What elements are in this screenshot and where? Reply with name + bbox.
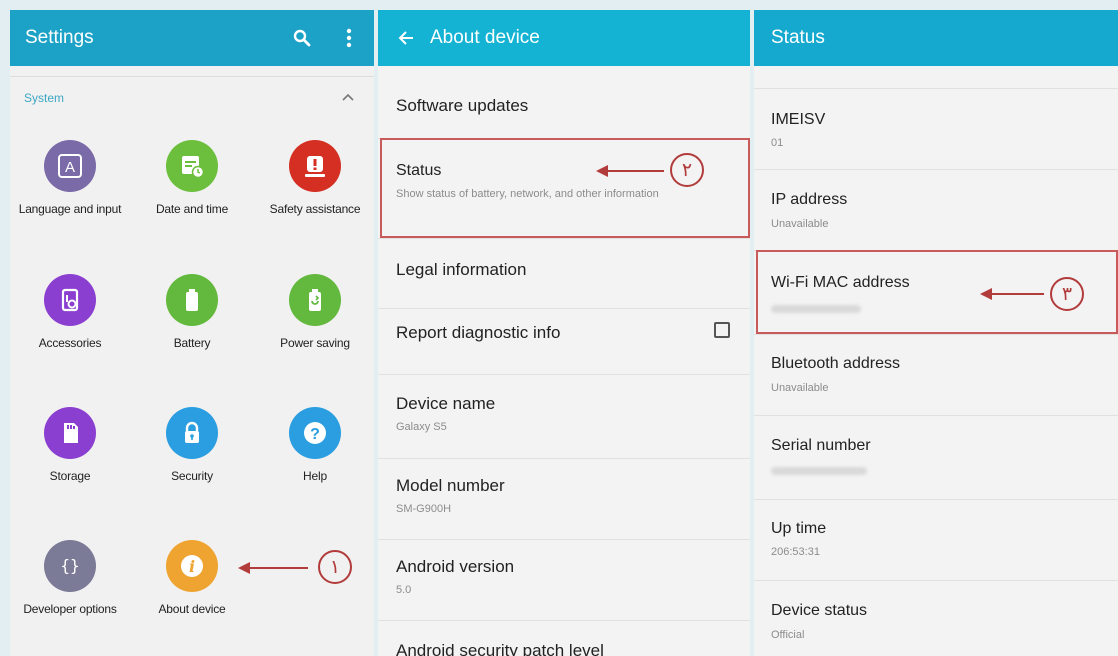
row-title: Up time bbox=[771, 520, 827, 537]
back-arrow-icon[interactable] bbox=[396, 24, 416, 52]
svg-text:?: ? bbox=[310, 426, 320, 443]
settings-item-help[interactable]: ? Help bbox=[255, 407, 374, 484]
svg-text:{}: {} bbox=[60, 556, 79, 575]
row-value: Unavailable bbox=[771, 218, 829, 230]
row-model-number[interactable]: Model number SM-G900H bbox=[378, 459, 750, 540]
settings-item-label: Developer options bbox=[23, 602, 117, 616]
storage-icon bbox=[44, 407, 96, 459]
status-title: Status bbox=[771, 27, 825, 48]
row-title: Device name bbox=[396, 394, 496, 413]
row-title: Software updates bbox=[396, 96, 529, 115]
settings-app-bar: Settings bbox=[10, 10, 374, 66]
settings-item-language-and-input[interactable]: A Language and input bbox=[10, 140, 130, 217]
row-title: Android version bbox=[396, 557, 515, 576]
braces-icon: {} bbox=[44, 540, 96, 592]
annotation-arrow-2 bbox=[596, 165, 664, 177]
settings-item-battery[interactable]: Battery bbox=[132, 274, 252, 351]
row-value: 01 bbox=[771, 137, 784, 149]
settings-item-label: Security bbox=[171, 469, 213, 483]
row-value: 206:53:31 bbox=[771, 546, 820, 558]
row-title: Serial number bbox=[771, 437, 871, 454]
accessories-icon bbox=[44, 274, 96, 326]
info-icon: i bbox=[166, 540, 218, 592]
settings-item-label: Safety assistance bbox=[269, 202, 361, 216]
row-subtitle: 5.0 bbox=[396, 584, 412, 596]
settings-item-security[interactable]: Security bbox=[132, 407, 252, 484]
battery-icon bbox=[166, 274, 218, 326]
row-title: IMEISV bbox=[771, 111, 826, 128]
row-title: Android security patch level bbox=[396, 641, 604, 656]
row-bluetooth-address[interactable]: Bluetooth address Unavailable bbox=[754, 335, 1118, 416]
settings-item-label: Battery bbox=[173, 336, 211, 350]
callout-step-1: ١ bbox=[318, 550, 352, 584]
chevron-up-icon[interactable] bbox=[340, 89, 356, 105]
status-app-bar: Status bbox=[754, 10, 1118, 66]
lock-icon bbox=[166, 407, 218, 459]
more-options-icon[interactable] bbox=[336, 24, 362, 52]
annotation-arrow-3 bbox=[980, 288, 1044, 300]
row-device-name[interactable]: Device name Galaxy S5 bbox=[378, 375, 750, 459]
row-up-time[interactable]: Up time 206:53:31 bbox=[754, 500, 1118, 581]
language-icon: A bbox=[44, 140, 96, 192]
annotation-arrow-1 bbox=[238, 562, 308, 574]
about-device-app-bar: About device bbox=[378, 10, 750, 66]
status-highlight-box bbox=[380, 138, 750, 238]
row-previous bbox=[754, 66, 1118, 89]
settings-title: Settings bbox=[25, 27, 94, 48]
settings-item-label: Help bbox=[303, 469, 327, 483]
row-software-updates[interactable]: Software updates bbox=[378, 66, 750, 139]
settings-panel: Settings System A Language and input Dat… bbox=[10, 10, 374, 656]
callout-step-2: ٢ bbox=[670, 153, 704, 187]
system-section-header[interactable]: System bbox=[10, 76, 374, 121]
svg-text:i: i bbox=[189, 557, 195, 576]
callout-step-3: ٣ bbox=[1050, 277, 1084, 311]
power-saving-icon bbox=[289, 274, 341, 326]
about-device-panel: About device Software updates Status Sho… bbox=[378, 10, 750, 656]
row-title: Report diagnostic info bbox=[396, 323, 561, 342]
row-title: Model number bbox=[396, 476, 505, 495]
row-android-security-patch-level[interactable]: Android security patch level bbox=[378, 621, 750, 656]
row-legal-information[interactable]: Legal information bbox=[378, 239, 750, 309]
row-title: Device status bbox=[771, 602, 868, 619]
section-label: System bbox=[24, 91, 65, 105]
row-title: IP address bbox=[771, 191, 848, 208]
row-serial-number[interactable]: Serial number bbox=[754, 416, 1118, 500]
settings-item-label: About device bbox=[158, 602, 226, 616]
settings-item-label: Date and time bbox=[155, 202, 229, 216]
row-title: Legal information bbox=[396, 260, 527, 279]
settings-item-about-device[interactable]: i About device bbox=[132, 540, 252, 617]
help-icon: ? bbox=[289, 407, 341, 459]
svg-text:A: A bbox=[65, 159, 75, 176]
row-subtitle: SM-G900H bbox=[396, 503, 452, 515]
settings-item-power-saving[interactable]: Power saving bbox=[255, 274, 374, 351]
row-android-version[interactable]: Android version 5.0 bbox=[378, 540, 750, 621]
diagnostic-checkbox[interactable] bbox=[714, 322, 730, 338]
row-report-diagnostic-info[interactable]: Report diagnostic info bbox=[378, 309, 750, 375]
calendar-icon bbox=[166, 140, 218, 192]
settings-item-accessories[interactable]: Accessories bbox=[10, 274, 130, 351]
search-icon[interactable] bbox=[289, 24, 315, 52]
settings-item-label: Language and input bbox=[18, 202, 122, 216]
settings-item-developer-options[interactable]: {} Developer options bbox=[10, 540, 130, 617]
settings-item-label: Power saving bbox=[280, 336, 350, 350]
settings-item-label: Storage bbox=[49, 469, 91, 483]
settings-item-date-and-time[interactable]: Date and time bbox=[132, 140, 252, 217]
settings-item-label: Accessories bbox=[38, 336, 102, 350]
settings-item-safety-assistance[interactable]: Safety assistance bbox=[255, 140, 374, 217]
row-value: Official bbox=[771, 629, 805, 641]
row-ip-address[interactable]: IP address Unavailable bbox=[754, 170, 1118, 251]
row-subtitle: Galaxy S5 bbox=[396, 421, 447, 433]
row-device-status[interactable]: Device status Official bbox=[754, 581, 1118, 656]
alert-icon bbox=[289, 140, 341, 192]
about-device-title: About device bbox=[430, 27, 540, 48]
row-value: Unavailable bbox=[771, 382, 829, 394]
row-imeisv[interactable]: IMEISV 01 bbox=[754, 89, 1118, 170]
settings-item-storage[interactable]: Storage bbox=[10, 407, 130, 484]
row-title: Bluetooth address bbox=[771, 355, 900, 372]
redacted-value bbox=[771, 467, 867, 475]
status-panel: Status IMEISV 01 IP address Unavailable … bbox=[754, 10, 1118, 656]
